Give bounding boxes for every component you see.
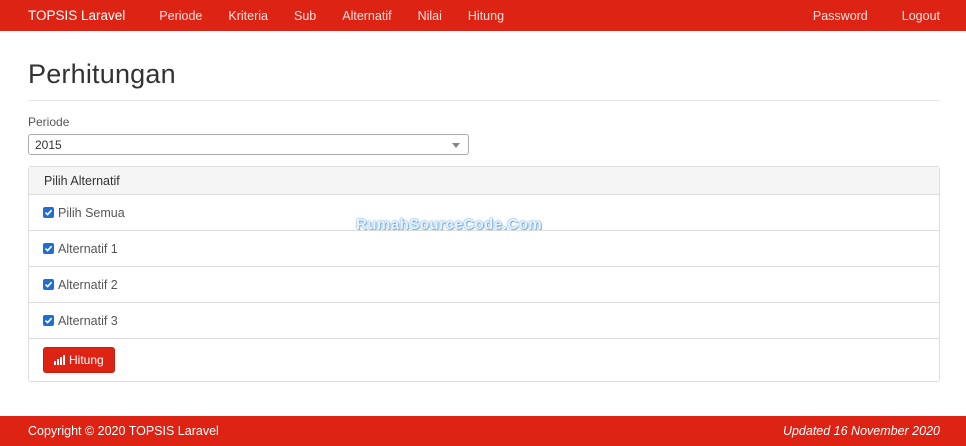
checkbox-checked-icon[interactable]: [43, 243, 54, 254]
list-item-alternatif-3[interactable]: Alternatif 3: [29, 303, 939, 339]
navbar: TOPSIS Laravel Periode Kriteria Sub Alte…: [0, 0, 966, 31]
page-title: Perhitungan: [28, 59, 940, 101]
panel-heading: Pilih Alternatif: [29, 167, 939, 195]
nav-link-sub[interactable]: Sub: [294, 9, 316, 23]
checkbox-label: Pilih Semua: [58, 205, 125, 220]
periode-label: Periode: [28, 115, 70, 129]
nav-link-nilai[interactable]: Nilai: [418, 9, 442, 23]
nav-link-kriteria[interactable]: Kriteria: [228, 9, 268, 23]
checkbox-label: Alternatif 2: [58, 277, 118, 292]
panel-footer: Hitung: [29, 339, 939, 381]
chevron-down-icon: [452, 143, 460, 148]
list-item-alternatif-1[interactable]: Alternatif 1: [29, 231, 939, 267]
nav-link-hitung[interactable]: Hitung: [468, 9, 504, 23]
nav-link-logout[interactable]: Logout: [902, 9, 940, 23]
nav-link-periode[interactable]: Periode: [159, 9, 202, 23]
nav-menu: Periode Kriteria Sub Alternatif Nilai Hi…: [159, 9, 530, 23]
nav-right-menu: Password Logout: [779, 9, 940, 23]
nav-link-alternatif[interactable]: Alternatif: [342, 9, 391, 23]
checkbox-checked-icon[interactable]: [43, 207, 54, 218]
main-content: Perhitungan Periode 2015 Pilih Alternati…: [28, 31, 940, 382]
list-item-pilih-semua[interactable]: Pilih Semua: [29, 195, 939, 231]
hitung-button[interactable]: Hitung: [43, 347, 115, 373]
nav-link-password[interactable]: Password: [813, 9, 868, 23]
bar-chart-icon: [54, 355, 66, 365]
checkbox-checked-icon[interactable]: [43, 315, 54, 326]
periode-select[interactable]: 2015: [28, 134, 469, 155]
checkbox-checked-icon[interactable]: [43, 279, 54, 290]
footer-copyright: Copyright © 2020 TOPSIS Laravel: [28, 424, 219, 438]
alternatif-panel: Pilih Alternatif Pilih Semua Alternatif …: [28, 166, 940, 382]
hitung-button-label: Hitung: [69, 353, 104, 367]
list-item-alternatif-2[interactable]: Alternatif 2: [29, 267, 939, 303]
footer-updated: Updated 16 November 2020: [782, 424, 940, 438]
periode-select-value: 2015: [35, 138, 62, 152]
footer: Copyright © 2020 TOPSIS Laravel Updated …: [0, 416, 966, 446]
brand-link[interactable]: TOPSIS Laravel: [28, 8, 125, 23]
checkbox-label: Alternatif 1: [58, 241, 118, 256]
checkbox-label: Alternatif 3: [58, 313, 118, 328]
